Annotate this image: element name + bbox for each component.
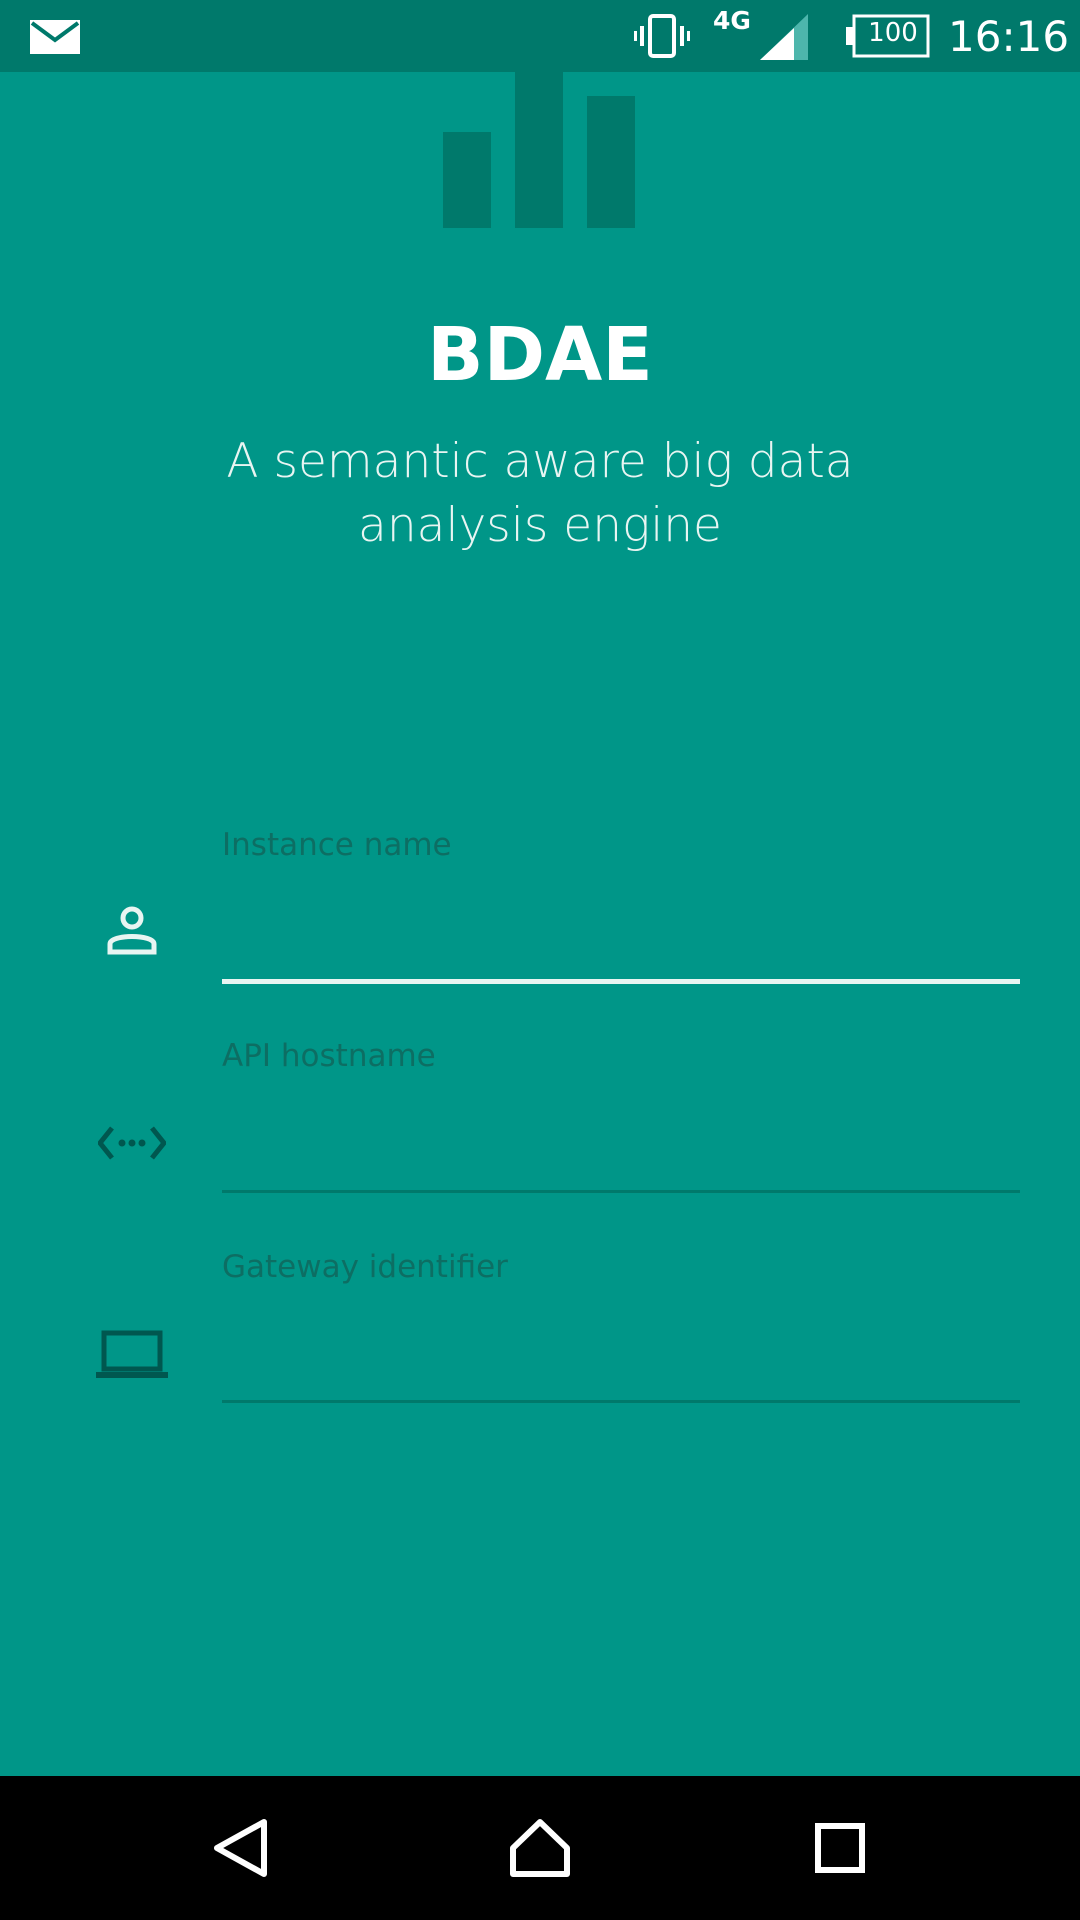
navigation-bar [0,1776,1080,1920]
instance-name-input[interactable] [222,912,1020,972]
mail-icon [30,20,80,54]
status-bar: 4G 100 16:16 [0,0,1080,72]
code-ellipsis-icon [98,1126,166,1160]
api-hostname-label: API hostname [222,1038,436,1074]
person-icon [107,906,157,955]
recents-button[interactable] [740,1776,940,1920]
api-hostname-input[interactable] [222,1120,1020,1180]
app-title: BDAE [427,312,653,398]
battery-level-label: 100 [868,18,918,48]
network-type-label: 4G [713,6,751,35]
gateway-identifier-label: Gateway identifier [222,1249,508,1285]
api-hostname-underline [222,1190,1020,1193]
recents-icon [815,1823,865,1873]
gateway-identifier-input[interactable] [222,1332,1020,1392]
clock: 16:16 [948,12,1070,61]
instance-name-label: Instance name [222,827,452,863]
instance-name-underline [222,979,1020,984]
signal-icon [760,14,808,60]
app-subtitle: A semantic aware big data analysis engin… [226,434,854,553]
vibrate-icon [634,14,690,58]
back-button[interactable] [140,1776,340,1920]
back-icon [214,1819,267,1877]
gateway-identifier-underline [222,1400,1020,1403]
bar-chart-logo-icon [443,72,635,228]
laptop-icon [96,1330,168,1378]
home-button[interactable] [440,1776,640,1920]
home-icon [510,1819,570,1877]
